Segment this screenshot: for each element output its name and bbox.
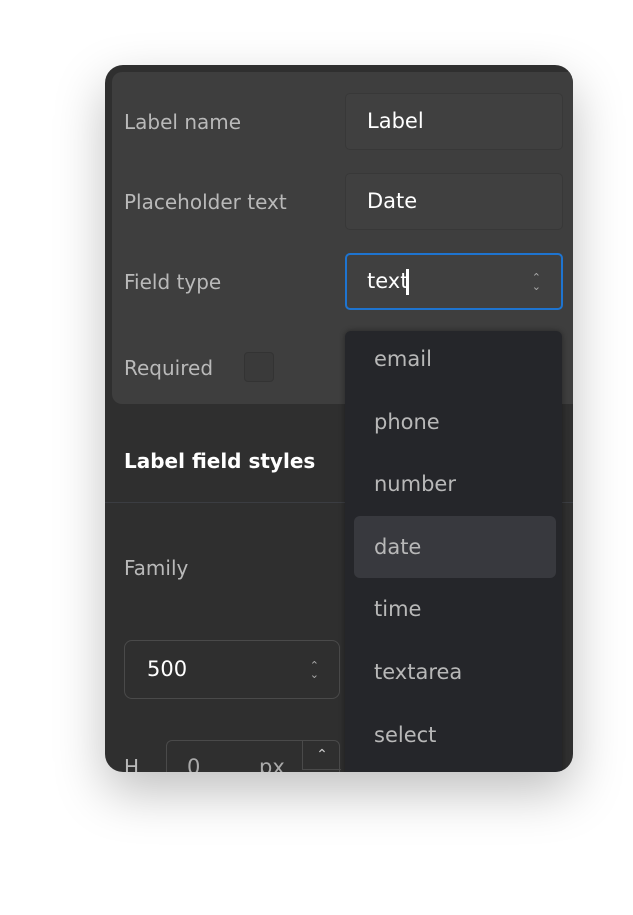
increment-button[interactable]: ⌃ [302, 741, 341, 770]
placeholder-text-input[interactable]: Date [345, 173, 563, 230]
dropdown-option[interactable]: email [354, 328, 556, 390]
label-name-input[interactable]: Label [345, 93, 563, 150]
dropdown-option-highlighted[interactable]: date [354, 516, 556, 578]
field-type-label: Field type [124, 270, 222, 294]
height-value: 0 [187, 755, 201, 772]
height-label: H [124, 755, 140, 772]
placeholder-text-label: Placeholder text [124, 190, 287, 214]
dropdown-option[interactable]: time [354, 578, 556, 640]
dropdown-option[interactable]: phone [354, 391, 556, 453]
field-type-value: text [367, 269, 409, 293]
section-title: Label field styles [124, 449, 316, 473]
dropdown-option[interactable]: number [354, 453, 556, 515]
chevron-updown-icon: ⌃ ⌄ [531, 270, 541, 293]
family-label: Family [124, 556, 189, 580]
text-caret [406, 269, 410, 295]
dropdown-option[interactable]: select [354, 704, 556, 766]
required-label: Required [124, 356, 214, 380]
field-type-dropdown: email phone number date time textarea se… [345, 331, 562, 772]
required-checkbox[interactable] [244, 352, 274, 382]
font-weight-value: 500 [147, 657, 188, 681]
field-type-select[interactable]: text ⌃ ⌄ [345, 253, 563, 310]
field-settings-card: Label name Label Placeholder text Date F… [105, 65, 573, 772]
height-input[interactable]: 0 px ⌃ [166, 740, 341, 772]
font-weight-select[interactable]: 500 ⌃ ⌄ [124, 640, 340, 699]
dropdown-option[interactable]: textarea [354, 641, 556, 703]
chevron-updown-icon: ⌃ ⌄ [309, 658, 319, 681]
height-unit: px [259, 755, 285, 772]
label-name-label: Label name [124, 110, 242, 134]
